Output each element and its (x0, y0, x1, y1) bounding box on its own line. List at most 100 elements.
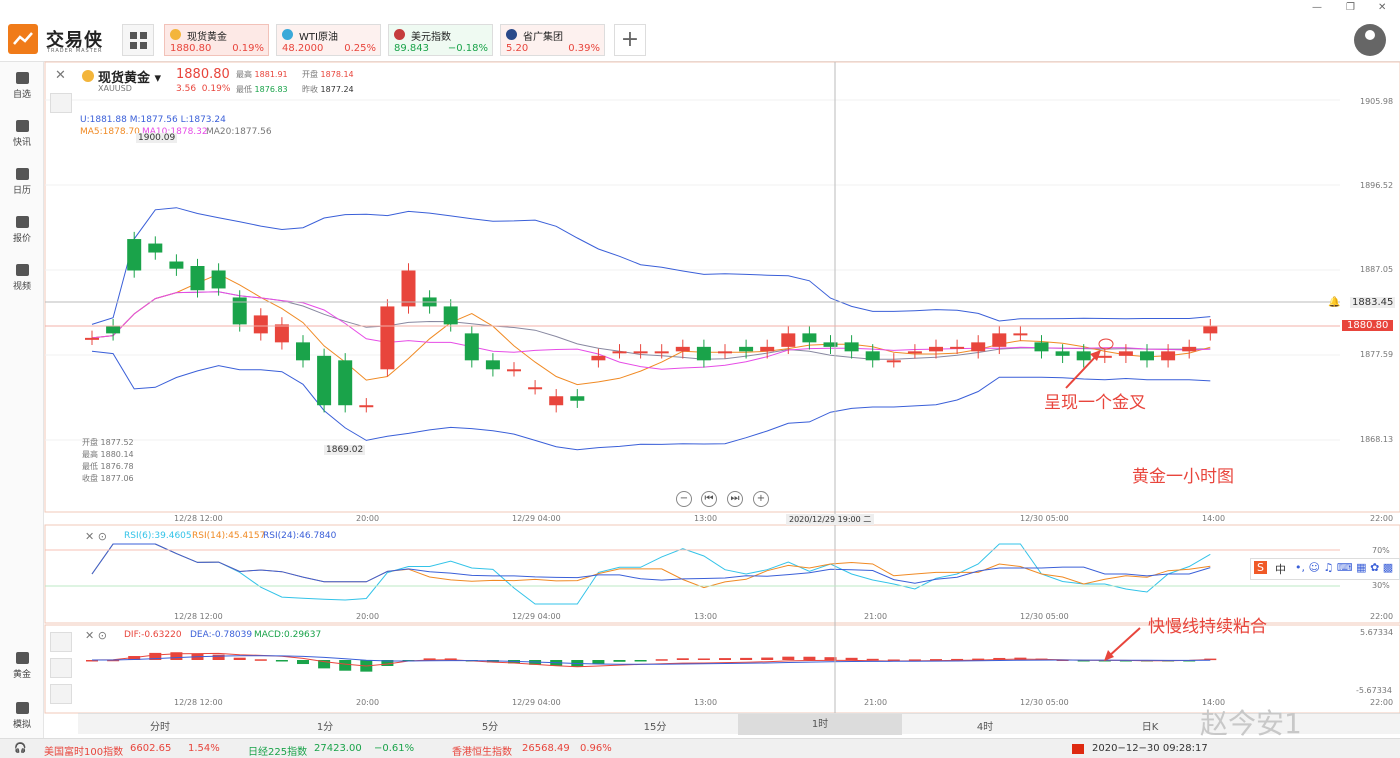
macd-bar (254, 659, 267, 661)
candle-body (296, 342, 310, 361)
alert-price-label: 1883.45 (1350, 297, 1396, 308)
macd-bar (866, 658, 879, 661)
time-tick: 14:00 (1202, 514, 1226, 523)
annotation-lines-merge: 快慢线持续粘合 (1148, 617, 1267, 637)
boll-legend: U:1881.88 M:1877.56 L:1873.24 (80, 115, 226, 125)
scroll-right-button[interactable]: ⏭ (727, 491, 743, 507)
candle-body (1161, 351, 1176, 361)
hover-high: 最高 1880.14 (82, 450, 134, 459)
candle-body (570, 396, 585, 401)
ohlc-prev: 昨收 1877.24 (302, 84, 354, 95)
ime-mode: 中 (1275, 563, 1286, 576)
candle-body (443, 306, 458, 325)
candle-body (232, 297, 247, 325)
time-tick: 12/30 05:00 (1020, 612, 1069, 621)
ticker-ftse-change: 1.54% (188, 743, 220, 754)
candle-body (971, 342, 986, 352)
close-rsi-icon[interactable]: ✕ ⊙ (85, 530, 107, 543)
close-macd-icon[interactable]: ✕ ⊙ (85, 629, 107, 642)
time-tick: 12/30 05:00 (1020, 514, 1069, 523)
ma5-legend: MA5:1878.70 (80, 127, 140, 137)
scroll-left-button[interactable]: ⏮ (701, 491, 717, 507)
ticker-nikkei-name[interactable]: 日经225指数 (248, 743, 307, 758)
candle-body (633, 351, 648, 354)
macd-bar (740, 657, 753, 660)
candle-body (148, 243, 163, 253)
price-tick: 1877.59 (1360, 350, 1394, 359)
clock-datetime: 2020−12−30 09:28:17 (1092, 743, 1208, 754)
ticker-ftse-name[interactable]: 美国富时100指数 (44, 743, 123, 758)
hover-low: 最低 1876.78 (82, 462, 134, 471)
hover-close: 收盘 1877.06 (82, 474, 134, 483)
tab-period-5m[interactable]: 5分 (408, 718, 572, 733)
china-flag-icon (1072, 744, 1084, 754)
dif-legend: DIF:-0.63220 (124, 630, 182, 640)
candle-body (211, 270, 226, 289)
tab-period-1m[interactable]: 1分 (243, 718, 407, 733)
candle-body (464, 333, 479, 361)
candle-body (401, 270, 416, 307)
time-tick: 12/30 05:00 (1020, 698, 1069, 707)
time-tick: 21:00 (864, 612, 888, 621)
ohlc-open: 开盘 1878.14 (302, 69, 354, 80)
ticker-nikkei-value: 27423.00 (314, 743, 362, 754)
zoom-out-button[interactable]: − (676, 491, 692, 507)
annotation-golden-cross: 呈现一个金叉 (1044, 393, 1146, 413)
dea-legend: DEA:-0.78039 (190, 630, 253, 640)
time-tick: 22:00 (1370, 514, 1394, 523)
candle-body (485, 360, 500, 370)
candle-body (127, 239, 142, 271)
drawing-tool-button[interactable] (50, 93, 72, 113)
time-tick: 12/29 04:00 (512, 612, 561, 621)
candle-body (591, 355, 606, 361)
last-price-label: 1880.80 (1342, 320, 1394, 331)
candle-body (1034, 342, 1049, 352)
ticker-hsi-name[interactable]: 香港恒生指数 (452, 743, 512, 758)
time-tick: 13:00 (694, 698, 718, 707)
candle-body (865, 351, 880, 361)
macd-bar (719, 658, 731, 660)
watermark: 赵今安1 (1200, 707, 1302, 740)
candle-body (528, 387, 543, 390)
sogou-icon: S (1254, 561, 1267, 574)
time-tick: 12/28 12:00 (174, 514, 223, 523)
time-tick: 13:00 (694, 514, 718, 523)
bell-icon[interactable]: 🔔 (1328, 297, 1340, 308)
chart-type-button[interactable] (50, 632, 72, 652)
candle-body (1203, 326, 1218, 334)
tab-period-1h[interactable]: 1时 (738, 714, 902, 735)
tab-period-4h[interactable]: 4时 (903, 718, 1067, 733)
indicator-tool-button[interactable] (50, 684, 72, 704)
time-tick: 12/28 12:00 (174, 612, 223, 621)
candle-body (907, 351, 922, 354)
candle-body (718, 351, 732, 354)
tab-period-15m[interactable]: 15分 (573, 718, 737, 733)
annotation-chart-title: 黄金一小时图 (1132, 467, 1234, 487)
candle-body (380, 306, 395, 370)
price-tick: 1896.52 (1360, 181, 1394, 190)
crosshair-time-label: 2020/12/29 19:00 二 (786, 514, 875, 525)
time-tick: 12/29 04:00 (512, 514, 561, 523)
time-tick: 20:00 (356, 612, 380, 621)
macd-bar (613, 660, 626, 662)
pencil-tool-button[interactable] (50, 658, 72, 678)
macd-bar (339, 660, 352, 671)
max-price-label: 1900.09 (136, 133, 178, 143)
ime-toolbar[interactable]: S 中 •, ☺ ♫ ⌨ ▦ ✿ ▩ (1250, 558, 1400, 580)
min-price-label: 1869.02 (324, 445, 366, 455)
headset-icon[interactable]: 🎧 (14, 743, 26, 754)
close-chart-icon[interactable]: ✕ (55, 68, 66, 83)
value: 1878.14 (320, 70, 354, 79)
candle-body (1013, 333, 1028, 336)
ime-tools-icon: •, ☺ ♫ ⌨ ▦ ✿ ▩ (1295, 561, 1394, 574)
rsi-30-tick: 30% (1372, 581, 1390, 590)
macd-bar (275, 660, 288, 662)
zoom-in-button[interactable]: + (753, 491, 769, 507)
tab-period-timeshare[interactable]: 分时 (78, 718, 242, 733)
time-tick: 13:00 (694, 612, 718, 621)
change-pct: 0.19% (201, 84, 231, 94)
candle-body (950, 346, 965, 349)
candle-body (359, 405, 374, 408)
candle-body (929, 346, 943, 352)
candlestick-chart[interactable] (0, 0, 1400, 758)
